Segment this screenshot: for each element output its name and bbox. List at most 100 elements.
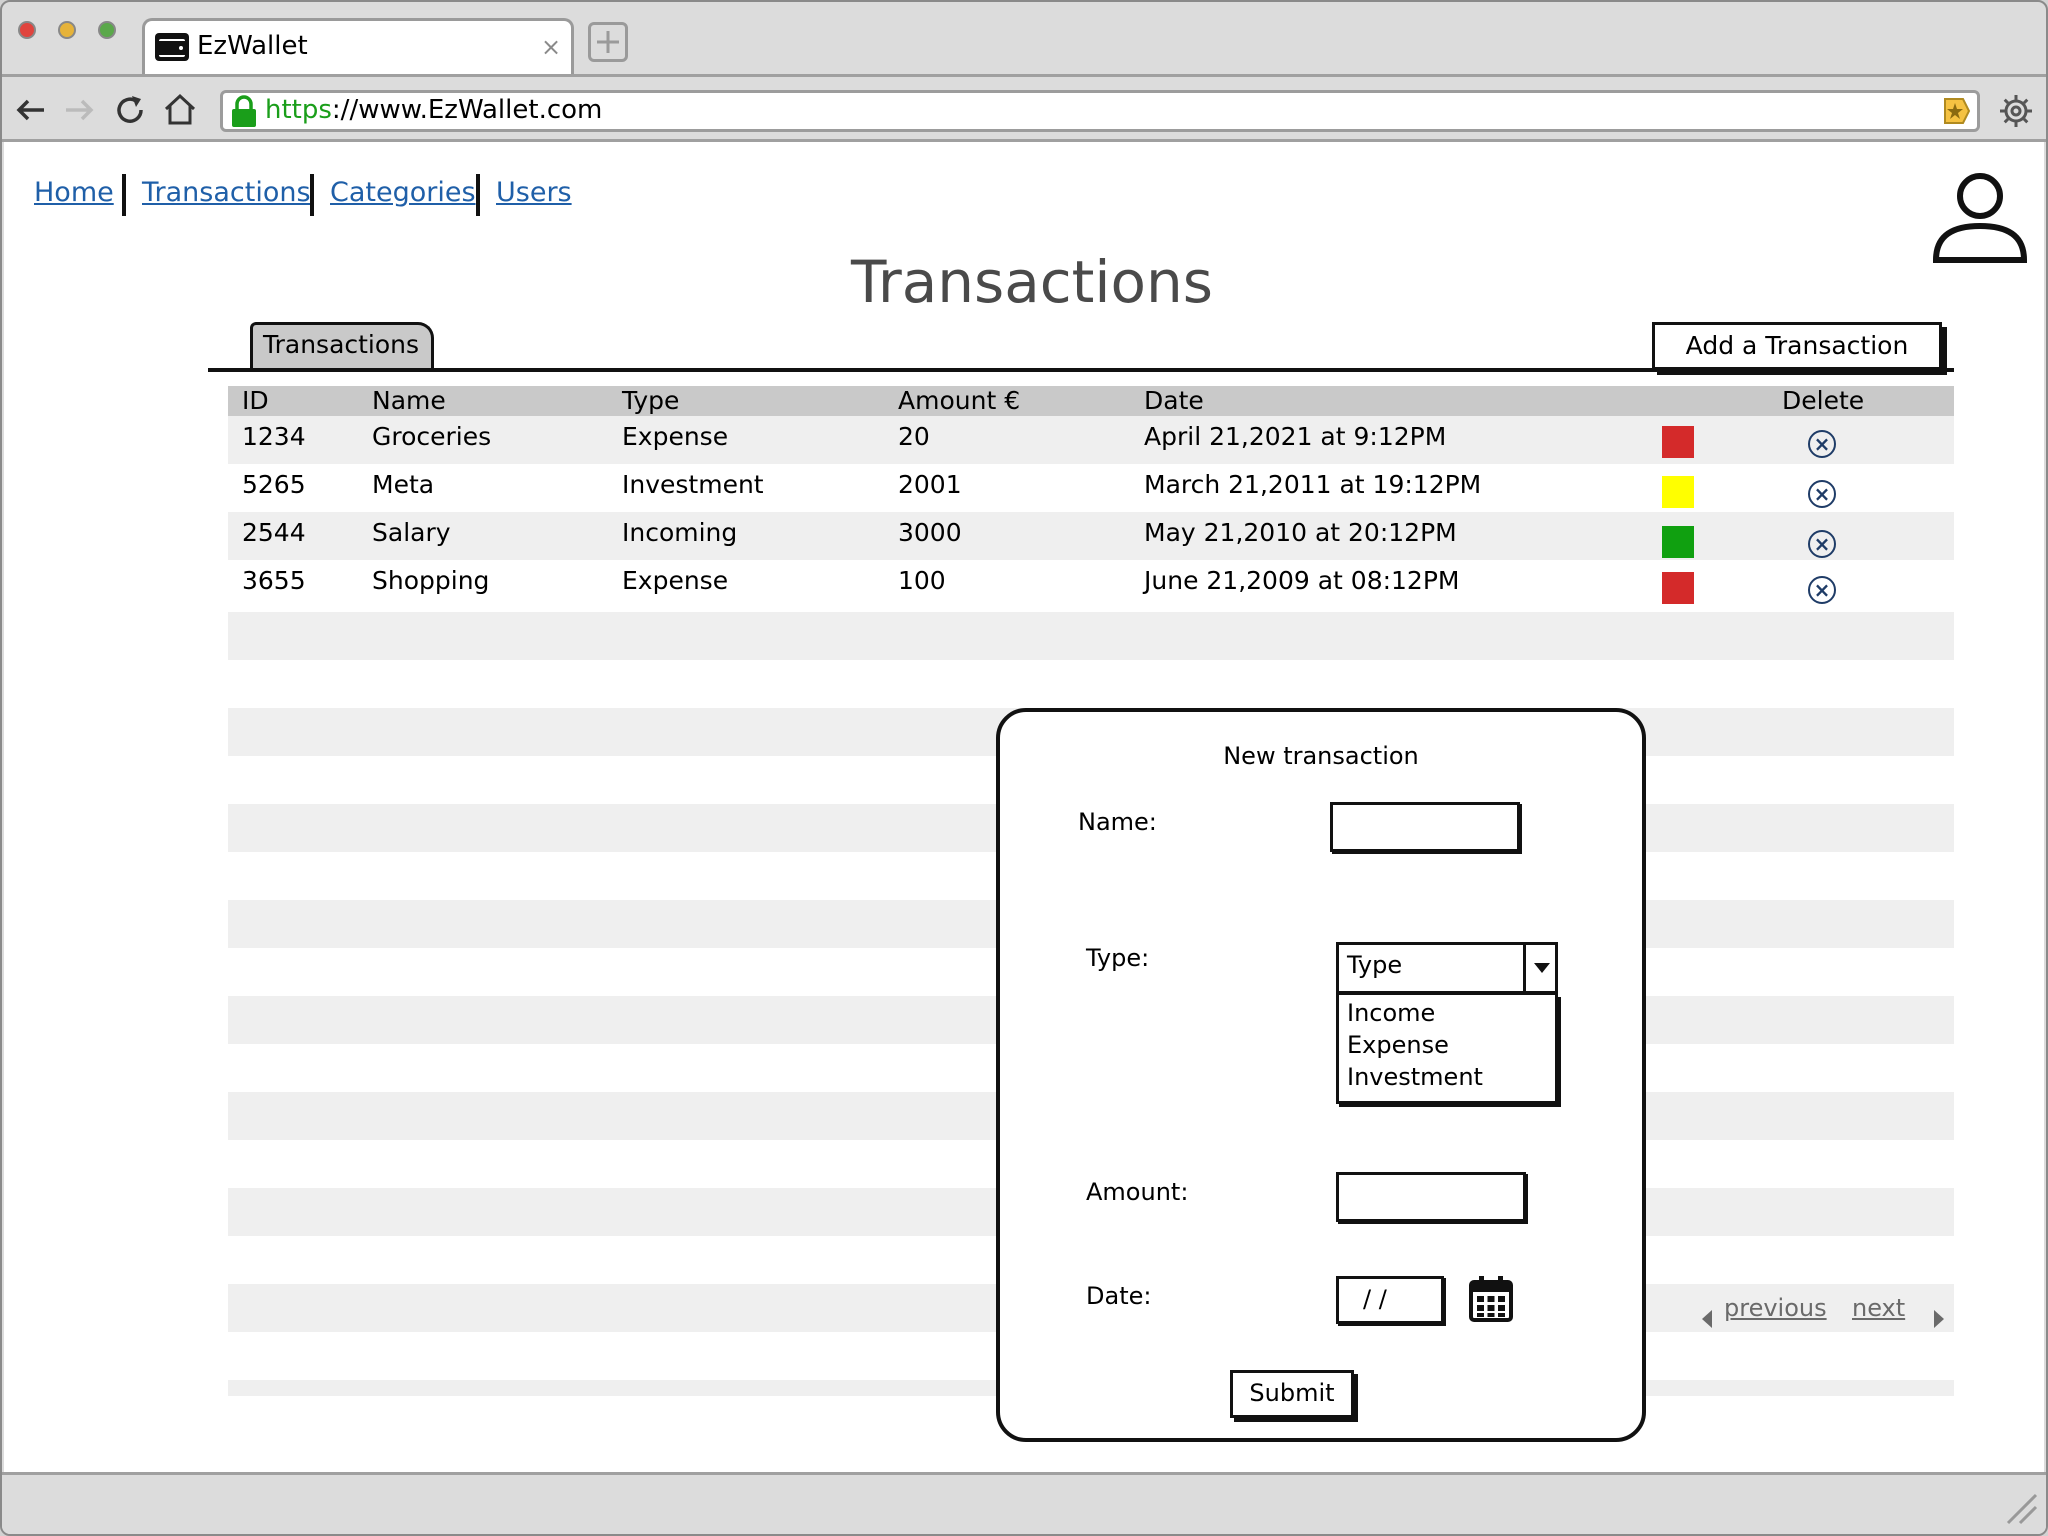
cell-amount: 20	[898, 422, 930, 451]
calendar-icon[interactable]	[1468, 1274, 1514, 1324]
cell-type: Investment	[622, 470, 764, 499]
column-header-name: Name	[372, 386, 446, 415]
column-header-date: Date	[1144, 386, 1204, 415]
type-dropdown-button[interactable]	[1523, 945, 1558, 991]
cell-id: 5265	[242, 470, 306, 499]
transactions-table: ID Name Type Amount € Date Delete 1234 G…	[228, 386, 1954, 608]
type-select-value: Type	[1347, 951, 1403, 979]
table-row[interactable]: 5265 Meta Investment 2001 March 21,2011 …	[228, 464, 1954, 512]
page-content: Home Transactions Categories Users Trans…	[4, 142, 2044, 1472]
next-page-link[interactable]: next	[1852, 1294, 1905, 1322]
bookmark-star-icon[interactable]	[1941, 95, 1973, 127]
cell-id: 3655	[242, 566, 306, 595]
column-header-amount: Amount €	[898, 386, 1021, 415]
tab-title: EzWallet	[197, 31, 308, 61]
settings-gear-icon[interactable]	[1998, 93, 2034, 129]
back-arrow-icon[interactable]	[14, 95, 48, 125]
amount-input[interactable]	[1336, 1172, 1526, 1222]
reload-icon[interactable]	[114, 93, 148, 127]
maximize-window-button[interactable]	[98, 21, 116, 39]
status-bar	[2, 1472, 2046, 1534]
cell-date: April 21,2021 at 9:12PM	[1144, 422, 1447, 451]
resize-grip-icon[interactable]	[2002, 1489, 2038, 1525]
browser-window: EzWallet × https://www.EzWallet.com Home…	[0, 0, 2048, 1536]
next-arrow-icon[interactable]	[1932, 1308, 1946, 1330]
nav-link-transactions[interactable]: Transactions	[142, 177, 311, 208]
previous-arrow-icon[interactable]	[1700, 1308, 1714, 1330]
cell-type: Expense	[622, 566, 729, 595]
previous-page-link[interactable]: previous	[1724, 1294, 1827, 1322]
forward-arrow-icon[interactable]	[62, 95, 96, 125]
cell-amount: 3000	[898, 518, 962, 547]
column-header-delete: Delete	[1782, 386, 1865, 415]
cell-name: Shopping	[372, 566, 490, 595]
cell-date: May 21,2010 at 20:12PM	[1144, 518, 1457, 547]
address-bar[interactable]: https://www.EzWallet.com	[220, 90, 1980, 132]
tab-close-icon[interactable]: ×	[541, 33, 561, 61]
cell-id: 2544	[242, 518, 306, 547]
category-color-swatch	[1662, 526, 1694, 558]
column-header-type: Type	[622, 386, 680, 415]
nav-link-users[interactable]: Users	[496, 177, 572, 208]
close-window-button[interactable]	[18, 21, 36, 39]
plus-icon	[597, 31, 619, 53]
type-option-investment[interactable]: Investment	[1347, 1063, 1483, 1091]
delete-icon[interactable]: ×	[1808, 530, 1836, 558]
table-row[interactable]: 3655 Shopping Expense 100 June 21,2009 a…	[228, 560, 1954, 608]
name-label: Name:	[1078, 808, 1157, 836]
type-select[interactable]: Type	[1336, 942, 1558, 994]
browser-toolbar: https://www.EzWallet.com	[2, 74, 2046, 142]
tab-label: Transactions	[263, 330, 420, 359]
category-color-swatch	[1662, 572, 1694, 604]
wallet-icon	[155, 33, 189, 61]
cell-type: Expense	[622, 422, 729, 451]
nav-divider	[476, 174, 480, 216]
amount-label: Amount:	[1086, 1178, 1189, 1206]
cell-amount: 100	[898, 566, 946, 595]
cell-id: 1234	[242, 422, 306, 451]
cell-name: Groceries	[372, 422, 492, 451]
nav-link-categories[interactable]: Categories	[330, 177, 476, 208]
category-color-swatch	[1662, 426, 1694, 458]
cell-date: March 21,2011 at 19:12PM	[1144, 470, 1482, 499]
type-options-list: Income Expense Investment	[1336, 994, 1558, 1104]
cell-name: Meta	[372, 470, 435, 499]
date-input[interactable]: / /	[1336, 1276, 1444, 1324]
nav-divider	[310, 174, 314, 216]
table-header: ID Name Type Amount € Date Delete	[228, 386, 1954, 416]
home-icon[interactable]	[162, 92, 198, 126]
cell-date: June 21,2009 at 08:12PM	[1144, 566, 1460, 595]
cell-type: Incoming	[622, 518, 738, 547]
cell-amount: 2001	[898, 470, 962, 499]
nav-link-home[interactable]: Home	[34, 177, 114, 208]
delete-icon[interactable]: ×	[1808, 480, 1836, 508]
table-row[interactable]: 2544 Salary Incoming 3000 May 21,2010 at…	[228, 512, 1954, 560]
url-address: ://www.EzWallet.com	[331, 95, 603, 125]
table-row[interactable]: 1234 Groceries Expense 20 April 21,2021 …	[228, 416, 1954, 464]
new-tab-button[interactable]	[588, 22, 628, 62]
nav-divider	[122, 174, 126, 216]
date-label: Date:	[1086, 1282, 1152, 1310]
type-option-expense[interactable]: Expense	[1347, 1031, 1449, 1059]
new-transaction-dialog: New transaction Name: Type: Type Income …	[996, 708, 1646, 1442]
url-scheme: https	[265, 95, 332, 125]
tab-transactions[interactable]: Transactions	[250, 322, 434, 370]
browser-tab[interactable]: EzWallet ×	[142, 18, 574, 74]
page-title: Transactions	[850, 248, 1214, 316]
delete-icon[interactable]: ×	[1808, 576, 1836, 604]
cell-name: Salary	[372, 518, 451, 547]
category-color-swatch	[1662, 476, 1694, 508]
url-text: https://www.EzWallet.com	[265, 95, 602, 125]
type-label: Type:	[1086, 944, 1150, 972]
submit-button[interactable]: Submit	[1230, 1370, 1354, 1418]
type-option-income[interactable]: Income	[1347, 999, 1435, 1027]
column-header-id: ID	[242, 386, 269, 415]
add-transaction-button[interactable]: Add a Transaction	[1652, 322, 1942, 370]
minimize-window-button[interactable]	[58, 21, 76, 39]
chevron-down-icon	[1534, 963, 1550, 973]
name-input[interactable]	[1330, 802, 1520, 852]
empty-row	[228, 612, 1954, 660]
dialog-title: New transaction	[1223, 742, 1419, 770]
delete-icon[interactable]: ×	[1808, 430, 1836, 458]
lock-icon	[232, 95, 256, 127]
